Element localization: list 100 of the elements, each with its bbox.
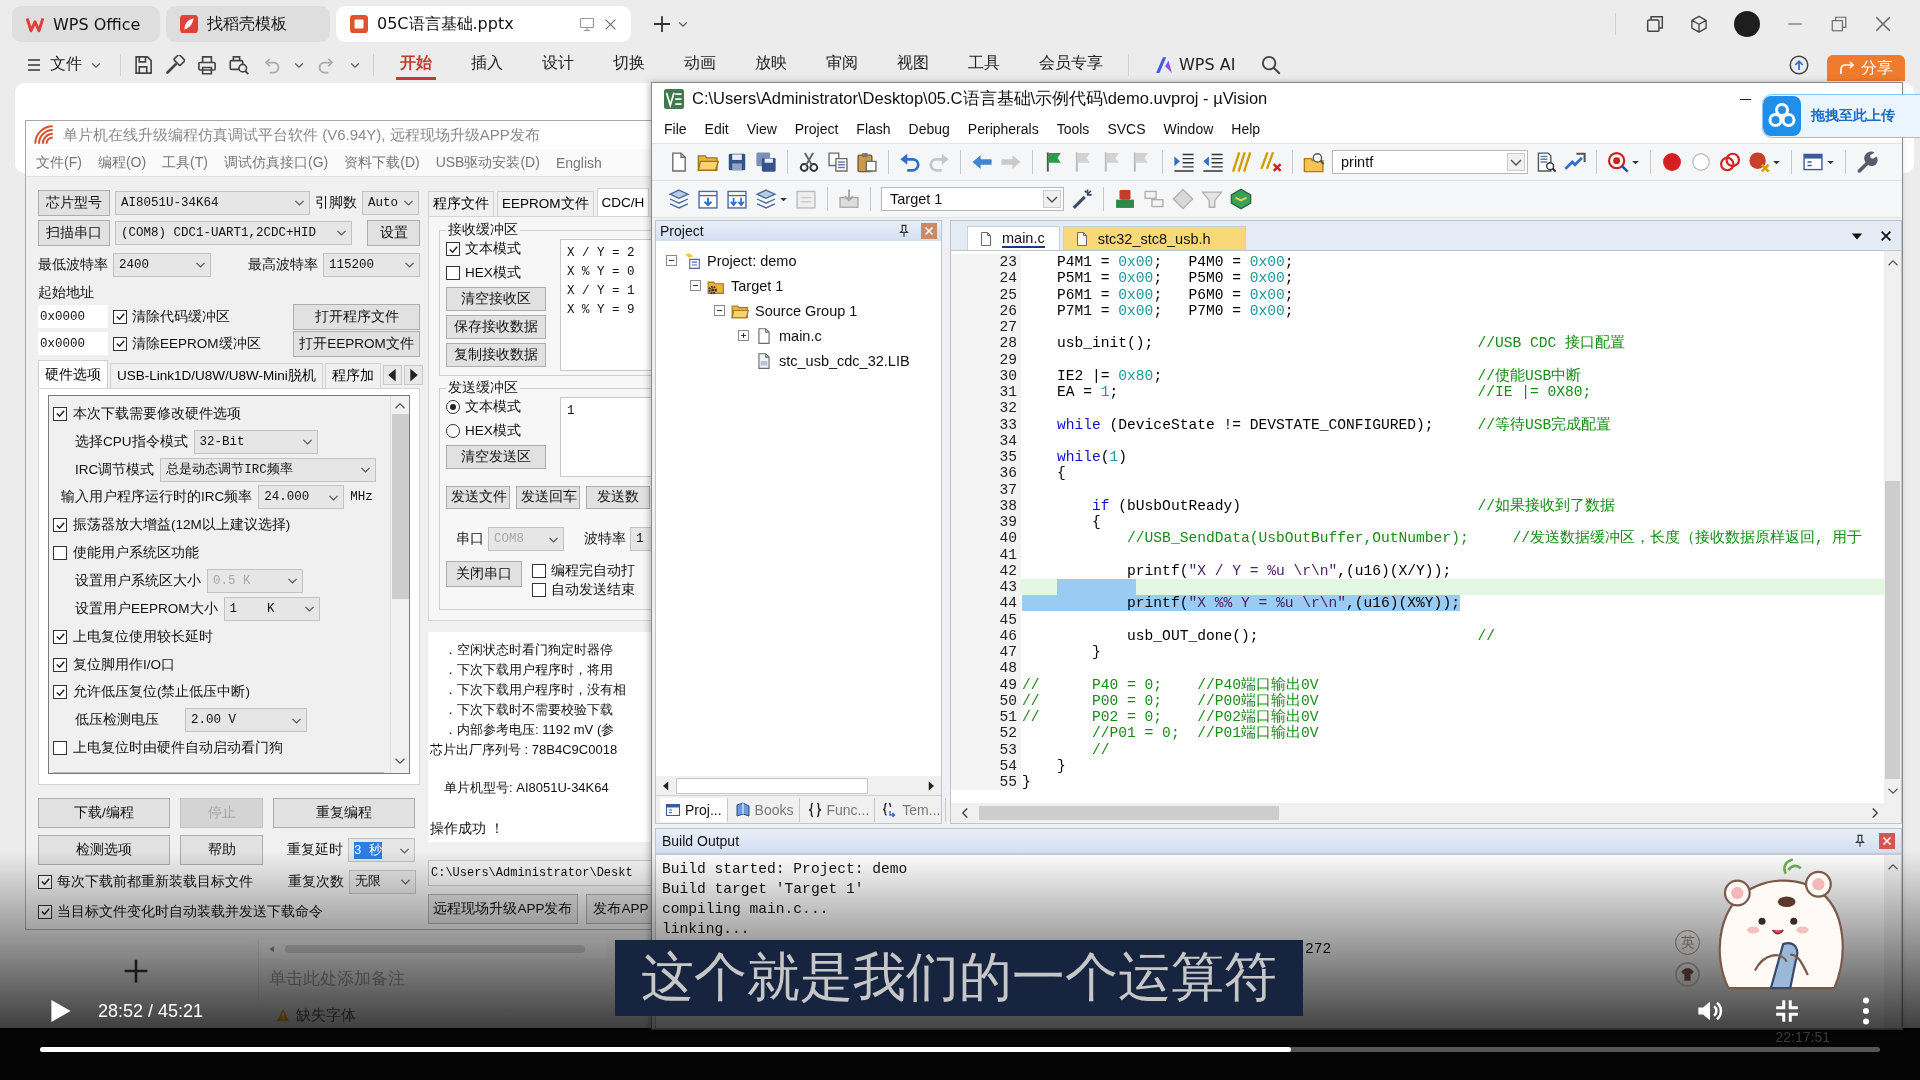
- scrollbar-thumb[interactable]: [285, 945, 585, 953]
- breakpoint-icon[interactable]: [1661, 151, 1683, 173]
- menu-item[interactable]: Debug: [899, 121, 959, 137]
- checkbox[interactable]: [53, 546, 67, 561]
- dropdown[interactable]: 115200: [323, 252, 420, 277]
- add-slide-icon[interactable]: [123, 958, 149, 984]
- receive-button[interactable]: 保存接收数据: [446, 315, 546, 339]
- wps-ai-button[interactable]: WPS AI: [1149, 54, 1242, 75]
- stack-icon[interactable]: [668, 188, 690, 210]
- scrollbar-thumb[interactable]: [979, 806, 1279, 820]
- menu-item[interactable]: English: [547, 154, 610, 171]
- plus-icon[interactable]: [653, 15, 671, 33]
- tab[interactable]: EEPROM文件: [497, 191, 594, 216]
- send-button[interactable]: 发送数: [586, 485, 650, 509]
- code-line[interactable]: //: [1021, 741, 1884, 758]
- receive-button[interactable]: 清空接收区: [446, 287, 546, 311]
- vertical-scrollbar[interactable]: [390, 396, 409, 773]
- menu-item[interactable]: Flash: [847, 121, 900, 137]
- close-icon[interactable]: [1879, 228, 1893, 243]
- dropdown[interactable]: 2400: [113, 252, 211, 277]
- scrollbar-thumb[interactable]: [1885, 481, 1900, 779]
- code-line[interactable]: //USB_SendData(UsbOutBuffer,OutNumber); //发送数据缓冲区，长度（接收数据原样返回, 用于: [1021, 530, 1884, 547]
- progress-track[interactable]: [40, 1047, 1880, 1052]
- tab[interactable]: 程序加: [324, 363, 381, 388]
- tab[interactable]: USB-Link1D/U8W/U8W-Mini脱机: [110, 363, 323, 388]
- play-icon[interactable]: [50, 998, 72, 1024]
- code-line[interactable]: // P02 = 0; //P02端口输出0V: [1021, 709, 1884, 726]
- checkbox[interactable]: [53, 657, 67, 672]
- more-icon[interactable]: [1862, 997, 1870, 1025]
- checkbox[interactable]: [446, 242, 460, 256]
- ribbon-tab[interactable]: 动画: [679, 49, 720, 80]
- menu-item[interactable]: 工具(T): [154, 153, 216, 172]
- panel-tab[interactable]: Proj...: [660, 797, 728, 822]
- tree-item[interactable]: Source Group 1: [656, 298, 941, 323]
- menu-item[interactable]: Peripherals: [958, 121, 1048, 137]
- chip-type-button[interactable]: 芯片型号: [38, 189, 110, 216]
- checkbox[interactable]: [53, 629, 67, 644]
- action-button[interactable]: 检测选项: [38, 835, 170, 865]
- magnifier-icon[interactable]: [1607, 151, 1629, 173]
- document-tab[interactable]: 找稻壳模板: [166, 6, 330, 42]
- menu-item[interactable]: USB驱动安装(D): [427, 153, 548, 172]
- tree-item[interactable]: stc_usb_cdc_32.LIB: [656, 348, 941, 373]
- panel-tab[interactable]: Books: [729, 797, 800, 822]
- action-button[interactable]: 下载/编程: [38, 798, 170, 828]
- tab[interactable]: CDC/H: [596, 188, 650, 216]
- menu-item[interactable]: Project: [785, 121, 848, 137]
- path-field[interactable]: C:\Users\Administrator\Deskt: [428, 860, 652, 886]
- checkbox[interactable]: [113, 309, 127, 324]
- print-icon[interactable]: [197, 54, 217, 75]
- scan-port-button[interactable]: 扫描串口: [38, 219, 110, 246]
- dropdown[interactable]: (COM8) CDC1-UART1,2CDC+HID: [115, 220, 352, 245]
- exit-fullscreen-icon[interactable]: [1774, 998, 1800, 1024]
- checkbox[interactable]: [53, 406, 67, 421]
- receive-button[interactable]: 复制接收数据: [446, 343, 546, 367]
- scroll-left-icon[interactable]: [382, 365, 402, 385]
- magic-wand-icon[interactable]: [1071, 188, 1093, 210]
- tab[interactable]: 硬件选项: [38, 360, 108, 388]
- menu-item[interactable]: Edit: [695, 121, 738, 137]
- code-line[interactable]: printf("X / Y = %u \r\n",(u16)(X/Y));: [1021, 562, 1884, 579]
- dropdown[interactable]: 32-Bit: [193, 429, 318, 454]
- dropdown[interactable]: AI8051U-34K64: [115, 190, 310, 215]
- scrollbar-thumb[interactable]: [391, 414, 409, 599]
- ribbon-tab[interactable]: 切换: [608, 49, 649, 80]
- print-preview-icon[interactable]: [229, 54, 249, 75]
- collapse-icon[interactable]: [714, 305, 725, 316]
- code-line[interactable]: P5M1 = 0x00; P5M0 = 0x00;: [1021, 270, 1884, 287]
- dropdown[interactable]: 1: [630, 527, 652, 551]
- ribbon-tab[interactable]: 会员专享: [1034, 49, 1107, 80]
- trend-arrow-icon[interactable]: [1564, 151, 1586, 173]
- menu-item[interactable]: 文件(F): [28, 153, 90, 172]
- code-line[interactable]: while(1): [1021, 449, 1884, 466]
- panel-tab[interactable]: Tem...: [877, 797, 947, 822]
- checkbox[interactable]: [53, 741, 67, 756]
- dropdown[interactable]: Auto: [362, 190, 419, 215]
- scrollbar-thumb[interactable]: [676, 777, 868, 794]
- save-icon[interactable]: [133, 54, 153, 75]
- publish-button[interactable]: 发布APP: [586, 894, 652, 924]
- menu-item[interactable]: Tools: [1047, 121, 1099, 137]
- document-search-icon[interactable]: [1535, 151, 1557, 173]
- checkbox[interactable]: [532, 582, 546, 597]
- scroll-right-icon[interactable]: [403, 365, 423, 385]
- ribbon-tab[interactable]: 放映: [750, 49, 791, 80]
- folder-search-icon[interactable]: [1303, 151, 1325, 173]
- settings-button[interactable]: 设置: [367, 219, 420, 246]
- vertical-scrollbar[interactable]: [1884, 251, 1901, 803]
- radio-button[interactable]: [446, 424, 460, 438]
- action-button[interactable]: 重复编程: [273, 798, 415, 828]
- tree-item[interactable]: main.c: [656, 323, 941, 348]
- send-button[interactable]: 发送文件: [446, 485, 510, 509]
- code-line[interactable]: {: [1021, 465, 1884, 482]
- indent-icon[interactable]: [1173, 151, 1195, 173]
- menu-item[interactable]: Help: [1222, 121, 1270, 137]
- shirt-icon[interactable]: [1675, 962, 1700, 987]
- open-file-button[interactable]: 打开程序文件: [293, 303, 420, 330]
- dropdown[interactable]: 3 秒: [348, 838, 415, 862]
- collapse-icon[interactable]: [690, 280, 701, 291]
- ribbon-tab[interactable]: 设计: [537, 49, 578, 80]
- search-icon[interactable]: [1261, 54, 1282, 75]
- ribbon-tab[interactable]: 开始: [395, 49, 436, 80]
- ribbon-tab[interactable]: 审阅: [821, 49, 862, 80]
